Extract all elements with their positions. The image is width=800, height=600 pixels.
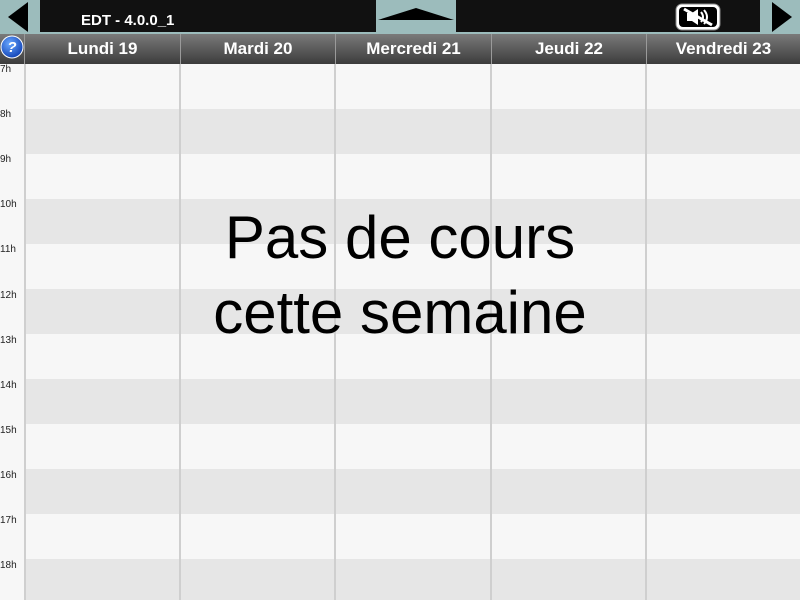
hour-label: 15h — [0, 425, 17, 436]
triangle-up-icon — [378, 8, 454, 20]
help-icon: ? — [0, 35, 24, 59]
hour-label: 9h — [0, 154, 12, 165]
hour-label: 14h — [0, 380, 17, 391]
column-divider — [645, 64, 647, 600]
hour-label: 7h — [0, 64, 12, 75]
column-divider — [24, 64, 26, 600]
hour-row[interactable] — [24, 514, 800, 559]
hour-label: 16h — [0, 470, 17, 481]
day-header-friday: Vendredi 23 — [646, 34, 800, 64]
hour-label: 17h — [0, 515, 17, 526]
collapse-button[interactable] — [376, 0, 456, 34]
triangle-left-icon — [8, 2, 28, 32]
hour-row[interactable] — [24, 154, 800, 199]
triangle-right-icon — [772, 2, 792, 32]
hour-row[interactable] — [24, 64, 800, 109]
previous-week-button[interactable] — [0, 0, 40, 34]
help-button[interactable]: ? — [0, 35, 24, 59]
day-header-thursday: Jeudi 22 — [491, 34, 646, 64]
hour-row[interactable] — [24, 424, 800, 469]
hour-row[interactable] — [24, 379, 800, 424]
hour-label: 8h — [0, 109, 12, 120]
svg-text:?: ? — [7, 39, 16, 56]
mute-icon — [675, 3, 721, 31]
top-bar: EDT - 4.0.0_1 — [0, 0, 800, 34]
hour-label: 12h — [0, 290, 17, 301]
no-classes-message: Pas de cours cette semaine — [213, 204, 587, 346]
hour-row[interactable] — [24, 109, 800, 154]
hour-label: 13h — [0, 335, 17, 346]
mute-button[interactable] — [675, 3, 721, 31]
hour-label: 18h — [0, 560, 17, 571]
hour-row[interactable] — [24, 469, 800, 514]
hour-row[interactable] — [24, 559, 800, 600]
day-header-tuesday: Mardi 20 — [180, 34, 335, 64]
app-title: EDT - 4.0.0_1 — [81, 12, 175, 29]
hour-label: 10h — [0, 199, 17, 210]
day-header-wednesday: Mercredi 21 — [335, 34, 491, 64]
day-header-monday: Lundi 19 — [24, 34, 180, 64]
hour-label: 11h — [0, 244, 16, 255]
next-week-button[interactable] — [760, 0, 800, 34]
